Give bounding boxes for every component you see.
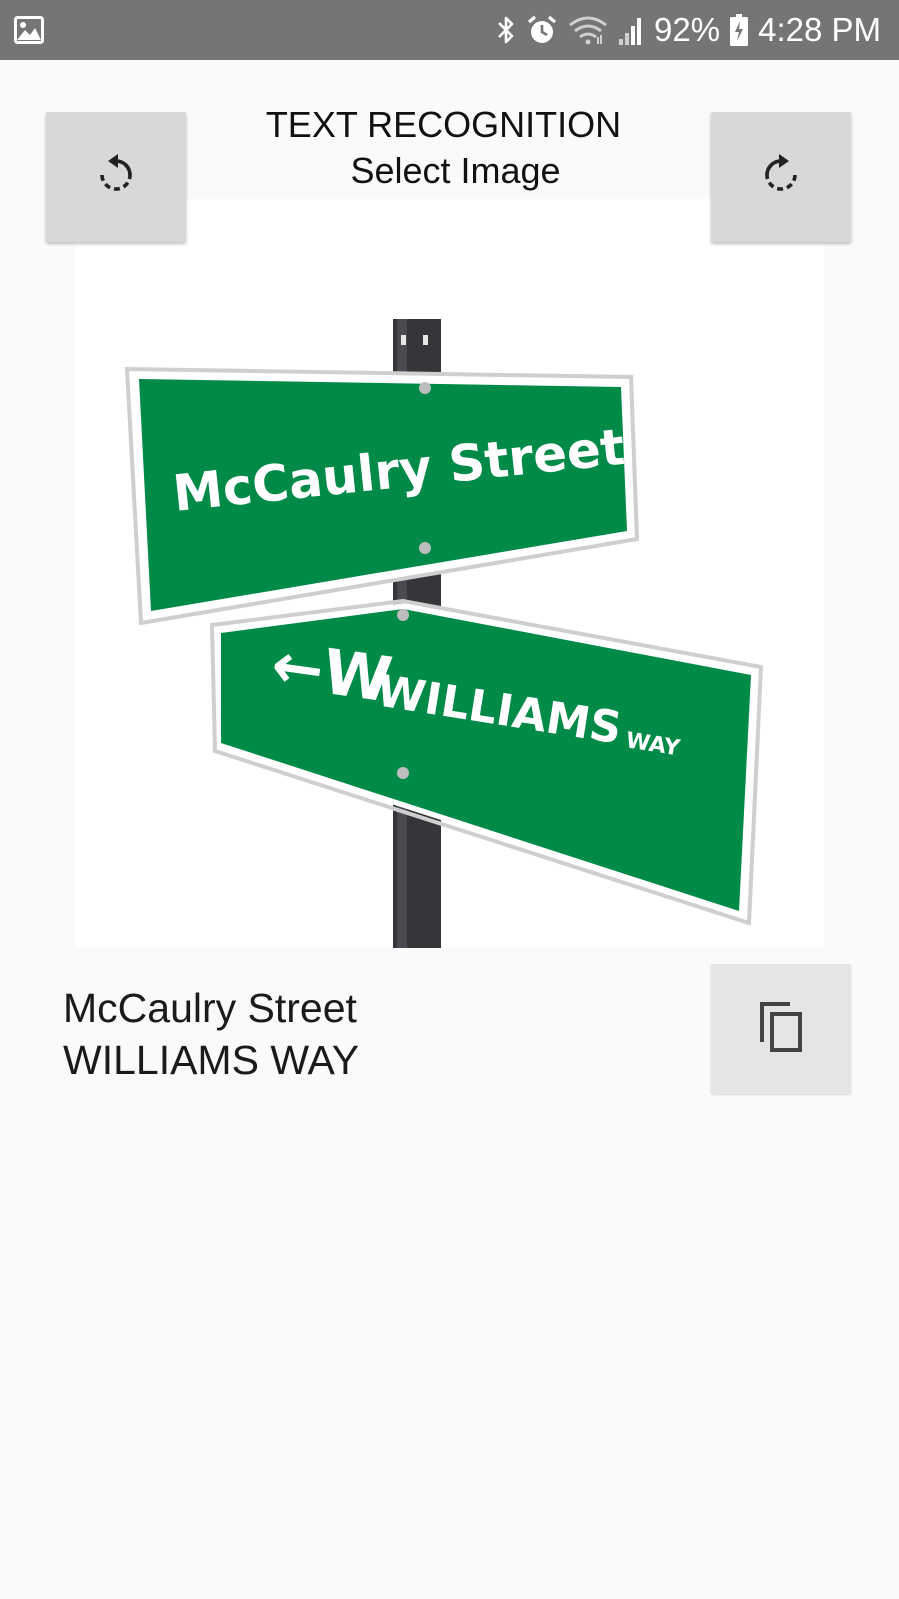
recognized-text: McCaulry Street WILLIAMS WAY bbox=[63, 982, 359, 1086]
copy-icon bbox=[756, 998, 806, 1061]
bluetooth-icon bbox=[496, 14, 516, 46]
battery-charging-icon bbox=[730, 14, 749, 46]
status-icons: 92% 4:28 PM bbox=[486, 0, 881, 60]
rotate-right-button[interactable] bbox=[711, 112, 851, 242]
clock: 4:28 PM bbox=[758, 11, 881, 48]
wifi-icon bbox=[568, 15, 608, 45]
alarm-icon bbox=[526, 14, 558, 46]
rotate-left-button[interactable] bbox=[46, 112, 186, 242]
battery-percent: 92% bbox=[654, 11, 721, 48]
mccaulry-street-sign: McCaulry Street bbox=[124, 366, 640, 626]
street-sign-image: ←W WILLIAMS WAY McCaulry Street bbox=[124, 319, 764, 948]
rotate-right-icon bbox=[759, 153, 803, 202]
signal-icon bbox=[618, 15, 644, 45]
williams-way-sign: ←W WILLIAMS WAY bbox=[209, 598, 764, 926]
gallery-icon bbox=[14, 16, 44, 44]
rotate-left-icon bbox=[94, 153, 138, 202]
status-bar: 92% 4:28 PM bbox=[0, 0, 899, 60]
copy-button[interactable] bbox=[711, 964, 851, 1094]
app-content: TEXT RECOGNITION Select Image ←W WILLIAM… bbox=[0, 60, 899, 1599]
recognized-line-2: WILLIAMS WAY bbox=[63, 1037, 360, 1083]
recognized-line-1: McCaulry Street bbox=[63, 985, 357, 1031]
selected-image: ←W WILLIAMS WAY McCaulry Street bbox=[75, 199, 824, 948]
